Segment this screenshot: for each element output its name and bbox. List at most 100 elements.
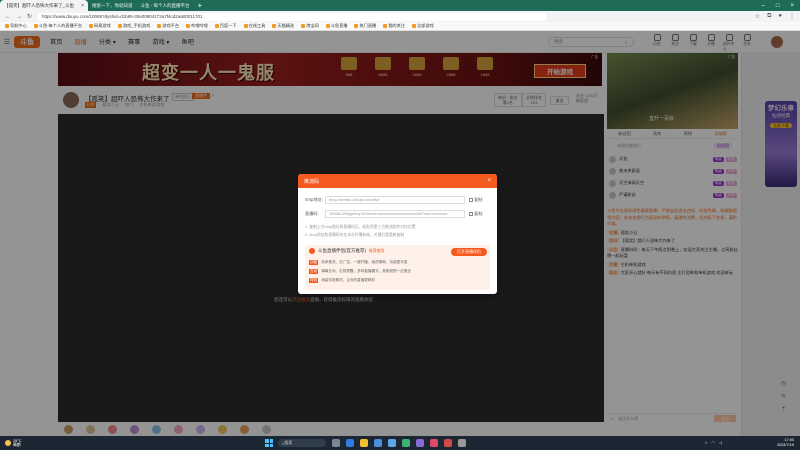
bookmark-icon bbox=[272, 24, 277, 28]
rtmp-field[interactable]: rtmp://sendtc1.douyu.com/live bbox=[325, 196, 465, 204]
chrome-icon[interactable] bbox=[402, 439, 410, 447]
store-icon[interactable] bbox=[374, 439, 382, 447]
app-icon[interactable] bbox=[444, 439, 452, 447]
chevron-up-icon[interactable]: ˄ bbox=[705, 440, 707, 445]
promo-heading: 斗鱼直播伴侣(官方推荐) 推荐使用 bbox=[309, 248, 384, 254]
close-tab-icon[interactable]: × bbox=[81, 3, 84, 9]
bookmark-icon bbox=[157, 24, 162, 28]
bookmark-label: 热门直播 bbox=[359, 23, 377, 28]
weather-desc: 晴朗 bbox=[13, 443, 21, 447]
promo-title: 斗鱼直播伴侣(官方推荐) bbox=[318, 248, 366, 253]
open-companion-button[interactable]: 打开直播伴侣 bbox=[451, 248, 487, 256]
feature-tag: 互动 bbox=[309, 269, 319, 274]
task-view-icon[interactable] bbox=[332, 439, 340, 447]
copy-label: 复制 bbox=[474, 211, 483, 216]
star-icon[interactable]: ☆ bbox=[755, 13, 760, 20]
bookmark-icon bbox=[214, 24, 219, 28]
bookmark-item[interactable]: 淘宝网 bbox=[301, 23, 319, 29]
bookmark-item[interactable]: 导航中心 bbox=[5, 23, 27, 29]
sun-icon bbox=[5, 440, 11, 446]
copy-icon bbox=[469, 212, 473, 216]
bookmark-label: 网易游戏 bbox=[94, 23, 111, 28]
weather-widget[interactable]: 29°C 晴朗 bbox=[0, 439, 21, 447]
app-icon[interactable] bbox=[458, 439, 466, 447]
new-tab-icon[interactable]: + bbox=[194, 1, 207, 10]
volume-icon[interactable]: ◁ bbox=[719, 440, 722, 445]
bookmark-icon bbox=[243, 24, 248, 28]
browser-toolbar-icons: ☆ ⧉ ● ⋮ bbox=[755, 13, 795, 20]
dialog-title: 推流码 bbox=[304, 178, 320, 185]
bookmark-label: 游戏_手机游戏 bbox=[122, 23, 151, 28]
bookmark-item[interactable]: 天猫精选 bbox=[272, 23, 294, 29]
forward-icon[interactable]: → bbox=[16, 14, 22, 20]
taskbar-apps bbox=[332, 439, 466, 447]
bookmark-item[interactable]: 全部游戏 bbox=[411, 23, 434, 29]
rtmp-row: rtmp地址: rtmp://sendtc1.douyu.com/live 复制 bbox=[305, 196, 482, 204]
wifi-icon[interactable]: ◠ bbox=[711, 440, 715, 445]
app-icon[interactable] bbox=[430, 439, 438, 447]
bookmark-item[interactable]: 百度一下 bbox=[214, 23, 237, 29]
rtmp-label: rtmp地址: bbox=[305, 197, 323, 202]
edge-icon[interactable] bbox=[346, 439, 354, 447]
promo-feature: 互动 弹幕互动，礼物提醒，多种直播模式，美颜滤镜一应俱全 bbox=[309, 269, 411, 274]
tab-label: 斗鱼 - 每个人的直播平台 bbox=[140, 2, 190, 8]
promo-feature: 特效 海量特效素材，让你的直播更精彩 bbox=[309, 278, 375, 283]
clock-date: 2024/7/15 bbox=[777, 442, 794, 447]
bookmark-label: 我的关注 bbox=[388, 23, 405, 28]
bookmark-label: 天猫精选 bbox=[277, 23, 295, 28]
bookmark-icon bbox=[33, 24, 38, 28]
bookmark-item[interactable]: 游戏_手机游戏 bbox=[117, 23, 151, 29]
browser-tab[interactable]: 斗鱼 - 每个人的直播平台 bbox=[137, 0, 194, 11]
browser-tab[interactable]: 搜索一下，你就知道 bbox=[88, 0, 137, 11]
bookmark-item[interactable]: 游戏平台 bbox=[157, 23, 179, 29]
stream-key-dialog: 推流码 × rtmp地址: rtmp://sendtc1.douyu.com/l… bbox=[298, 174, 497, 294]
bookmark-label: 在线工具 bbox=[248, 23, 266, 28]
minimize-icon[interactable]: – bbox=[762, 3, 765, 9]
app-icon[interactable] bbox=[388, 439, 396, 447]
bookmark-icon bbox=[383, 24, 388, 28]
bookmark-label: 导航中心 bbox=[10, 23, 27, 28]
bookmark-icon bbox=[325, 24, 330, 28]
reload-icon[interactable]: ↻ bbox=[27, 13, 32, 20]
bookmark-item[interactable]: 斗鱼直播 bbox=[325, 23, 347, 29]
feature-text: 弹幕互动，礼物提醒，多种直播模式，美颜滤镜一应俱全 bbox=[321, 269, 412, 273]
companion-app-icon bbox=[309, 248, 315, 254]
feature-tag: 功能 bbox=[309, 260, 319, 265]
bookmark-item[interactable]: 我的关注 bbox=[383, 23, 405, 29]
back-icon[interactable]: ← bbox=[5, 14, 11, 20]
close-window-icon[interactable]: × bbox=[790, 3, 794, 9]
bookmark-label: 斗鱼-每个人的直播平台 bbox=[38, 23, 83, 28]
stream-key-row: 直播码: 10068rJ2MqtpBeq?txSecret=xxxxxxxxxx… bbox=[305, 210, 482, 218]
bookmark-label: 游戏平台 bbox=[162, 23, 180, 28]
copy-rtmp-button[interactable]: 复制 bbox=[469, 197, 482, 203]
stream-key-field[interactable]: 10068rJ2MqtpBeq?txSecret=xxxxxxxxxxxxxxx… bbox=[325, 210, 465, 218]
feature-tag: 特效 bbox=[309, 278, 319, 283]
bookmark-icon bbox=[411, 24, 416, 28]
copy-key-button[interactable]: 复制 bbox=[469, 211, 482, 217]
taskbar-search-label: 搜索 bbox=[284, 440, 293, 445]
menu-icon[interactable]: ⋮ bbox=[789, 13, 795, 20]
url-field[interactable]: https://www.douyu.com/10068?dyshid=d1b95… bbox=[37, 12, 548, 21]
maximize-icon[interactable]: □ bbox=[776, 3, 780, 9]
close-icon[interactable]: × bbox=[487, 178, 491, 184]
profile-icon[interactable]: ● bbox=[778, 13, 782, 20]
clock[interactable]: 17:00 2024/7/15 bbox=[777, 438, 794, 447]
bookmark-item[interactable]: 斗鱼-每个人的直播平台 bbox=[33, 23, 83, 29]
bookmark-item[interactable]: 网易游戏 bbox=[89, 23, 111, 29]
browser-tab-active[interactable]: 【孤笑】超吓人恐怖大作来了_斗鱼 × bbox=[0, 0, 88, 11]
bookmark-item[interactable]: 热门直播 bbox=[354, 23, 376, 29]
dialog-header: 推流码 × bbox=[298, 174, 497, 188]
copy-icon bbox=[469, 198, 473, 202]
folder-icon[interactable] bbox=[360, 439, 368, 447]
window-controls: – □ × bbox=[762, 3, 800, 9]
taskbar-search[interactable]: ⌕ 搜索 bbox=[278, 439, 326, 447]
system-tray: ˄ ◠ ◁ bbox=[705, 440, 722, 445]
windows-start-icon[interactable] bbox=[265, 439, 273, 447]
bookmark-item[interactable]: 哔哩哔哩 bbox=[186, 23, 208, 29]
bookmark-item[interactable]: 在线工具 bbox=[243, 23, 266, 29]
bookmarks-bar: 导航中心 斗鱼-每个人的直播平台 网易游戏 游戏_手机游戏 游戏平台 哔哩哔哩 百度一下 在线… bbox=[0, 22, 800, 31]
extensions-icon[interactable]: ⧉ bbox=[767, 13, 771, 20]
tab-label: 【孤笑】超吓人恐怖大作来了_斗鱼 bbox=[4, 2, 75, 8]
app-icon[interactable] bbox=[416, 439, 424, 447]
copy-label: 复制 bbox=[474, 197, 483, 202]
